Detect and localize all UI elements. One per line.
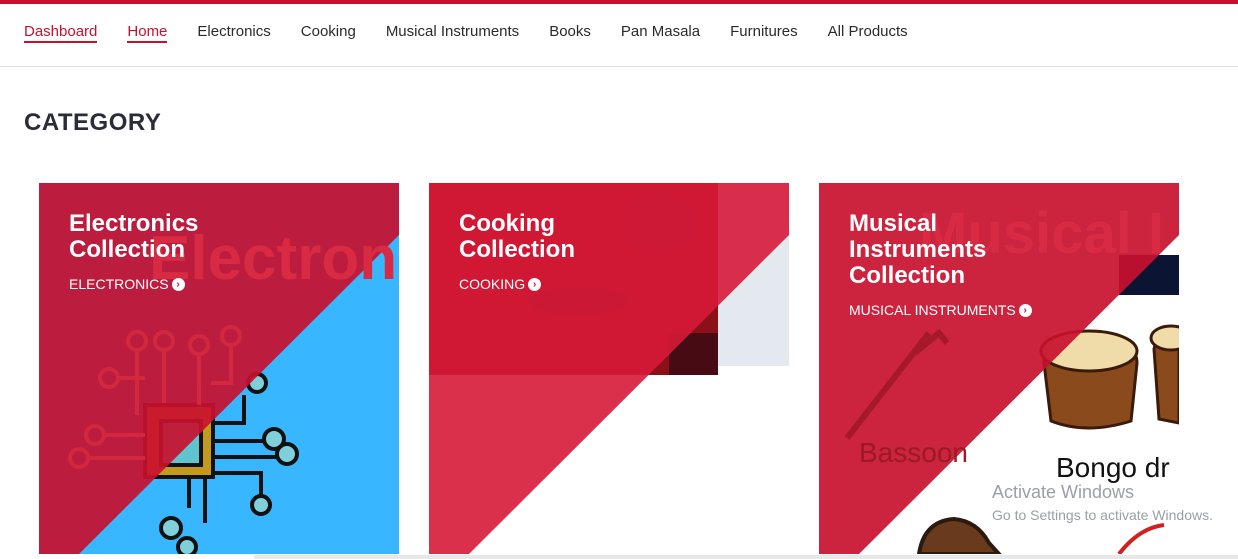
card-title: Musical Instruments Collection bbox=[849, 210, 987, 289]
nav-pan-masala[interactable]: Pan Masala bbox=[621, 23, 700, 43]
nav-furnitures[interactable]: Furnitures bbox=[730, 23, 798, 43]
nav-dashboard[interactable]: Dashboard bbox=[24, 23, 98, 43]
nav-electronics[interactable]: Electronics bbox=[197, 23, 270, 43]
nav-cooking[interactable]: Cooking bbox=[301, 23, 356, 43]
nav-home[interactable]: Home bbox=[127, 23, 168, 43]
bongo-label: Bongo dr bbox=[1056, 452, 1170, 483]
nav-musical-instruments[interactable]: Musical Instruments bbox=[386, 23, 519, 43]
card-musical-overlay: Musical Instruments Collection MUSICAL INS… bbox=[849, 211, 1032, 318]
main-nav: Dashboard Home Electronics Cooking Music… bbox=[0, 4, 1238, 67]
nav-books[interactable]: Books bbox=[549, 23, 591, 43]
cooking-link[interactable]: COOKING › bbox=[459, 276, 575, 292]
bassoon-label: Bassoon bbox=[859, 437, 968, 468]
card-cooking-overlay: Cooking Collection COOKING › bbox=[459, 210, 576, 293]
card-title: Cooking Collection bbox=[459, 210, 576, 263]
page-title: CATEGORY bbox=[24, 109, 162, 136]
arrow-circle-right-icon: › bbox=[171, 277, 185, 291]
category-card-electronics[interactable]: Electron Electronics Collection ELECTRONI… bbox=[39, 183, 399, 554]
card-electronics-overlay: Electronics Collection ELECTRONICS › bbox=[69, 210, 199, 293]
category-card-cooking[interactable]: Cooking Collection COOKING › bbox=[429, 183, 789, 554]
electronics-link[interactable]: ELECTRONICS › bbox=[69, 276, 198, 292]
card-title: Electronics Collection bbox=[69, 210, 199, 263]
arrow-circle-right-icon: › bbox=[1018, 303, 1032, 317]
arrow-circle-right-icon: › bbox=[528, 277, 542, 291]
musical-instruments-link[interactable]: MUSICAL INSTRUMENTS › bbox=[849, 302, 1032, 318]
nav-all-products[interactable]: All Products bbox=[828, 23, 908, 43]
horizontal-scrollbar[interactable] bbox=[254, 555, 1238, 559]
activate-windows-watermark: Activate Windows Go to Settings to activ… bbox=[992, 482, 1213, 523]
